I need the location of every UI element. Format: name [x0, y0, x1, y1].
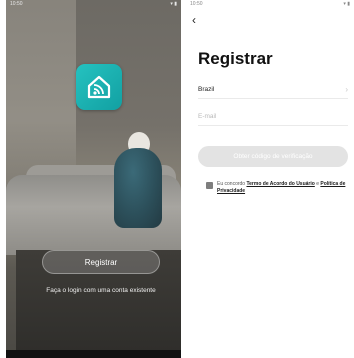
status-bar: 10:50 ▾ ▮ — [6, 0, 181, 10]
country-selector[interactable]: Brazil › — [198, 81, 348, 99]
page-title: Registrar — [198, 49, 273, 68]
status-time: 10:50 — [190, 1, 203, 7]
email-field[interactable] — [198, 108, 348, 126]
chevron-right-icon: › — [345, 85, 348, 94]
register-screen: 10:50 ▾ ▮ ‹ Registrar Brazil › Obter cód… — [186, 0, 354, 358]
get-verification-code-button[interactable]: Obter código de verificação — [198, 146, 348, 167]
country-value: Brazil — [198, 86, 215, 93]
status-icons: ▾ ▮ — [170, 1, 177, 7]
status-bar: 10:50 ▾ ▮ — [186, 0, 354, 10]
user-agreement-link[interactable]: Termo de Acordo do Usuário — [246, 181, 314, 187]
login-existing-account-link[interactable]: Faça o login com uma conta existente — [42, 287, 160, 296]
agree-checkbox[interactable] — [206, 182, 213, 189]
terms-agreement: Eu concordo Termo de Acordo do Usuário e… — [206, 181, 348, 194]
smart-home-logo-icon — [76, 64, 122, 110]
status-time: 10:50 — [10, 1, 23, 7]
back-arrow-icon[interactable]: ‹ — [192, 14, 196, 26]
terms-text: Eu concordo Termo de Acordo do Usuário e… — [217, 181, 348, 194]
welcome-screen: 10:50 ▾ ▮ Registrar Faça o login com uma… — [6, 0, 181, 358]
navigation-bar — [6, 350, 181, 358]
register-button[interactable]: Registrar — [42, 250, 160, 274]
terms-prefix: Eu concordo — [217, 181, 247, 187]
background-person — [114, 148, 162, 228]
status-icons: ▾ ▮ — [343, 1, 350, 7]
